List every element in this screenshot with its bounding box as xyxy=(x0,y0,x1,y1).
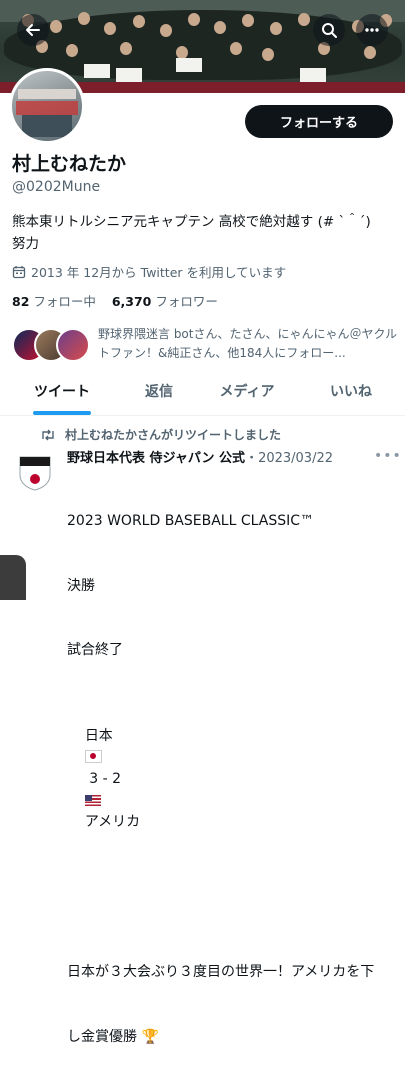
joined-text: 2013 年 12月から Twitter を利用しています xyxy=(31,265,287,280)
bio-line: 努力 xyxy=(12,236,39,252)
trophy-icon: 🏆 xyxy=(141,1028,159,1045)
profile-tabs: ツイート 返信 メディア いいね xyxy=(0,367,405,416)
tweet-line: 決勝 xyxy=(67,577,95,594)
following-label: フォロー中 xyxy=(33,294,96,309)
tweet-line: 試合終了 xyxy=(67,642,123,658)
more-button[interactable] xyxy=(356,14,388,46)
tab-media[interactable]: メディア xyxy=(204,367,290,415)
following-count: 82 xyxy=(12,294,30,309)
tab-tweets[interactable]: ツイート xyxy=(12,367,112,415)
usa-flag-icon xyxy=(84,794,101,806)
calendar-icon xyxy=(12,265,26,278)
overlay-edge xyxy=(0,555,26,600)
tweet-line: 2023 WORLD BASEBALL CLASSIC™ xyxy=(67,513,314,529)
follow-stats: 82 フォロー中 6,370 フォロワー xyxy=(12,291,218,310)
tweet-date: ・2023/03/22 xyxy=(245,451,333,466)
tweet-text: 2023 WORLD BASEBALL CLASSIC™ 決勝 試合終了 日本 … xyxy=(67,468,399,1070)
samurai-japan-logo[interactable] xyxy=(17,455,53,491)
followers-label: フォロワー xyxy=(155,294,218,309)
tweet-header: 野球日本代表 侍ジャパン 公式 ・2023/03/22 xyxy=(67,447,397,466)
tab-replies[interactable]: 返信 xyxy=(120,367,198,415)
profile-name: 村上むねたか xyxy=(12,153,127,175)
followers-you-know-text: 野球界隈迷言 botさん、たさん、にゃんにゃん＠ヤクルトファン！&純正さん、他1… xyxy=(98,327,398,360)
tweet-score-line: 日本 3 - 2 アメリカ xyxy=(67,705,399,856)
tweet-author[interactable]: 野球日本代表 侍ジャパン 公式 xyxy=(67,447,245,466)
avatar xyxy=(56,328,90,362)
score: 3 - 2 xyxy=(84,771,126,787)
more-horizontal-icon xyxy=(365,28,379,32)
tweet-more-button[interactable]: ••• xyxy=(374,448,402,464)
team-japan: 日本 xyxy=(84,728,113,744)
retweet-indicator: 村上むねたかさんがリツイートしました xyxy=(40,426,281,443)
profile-handle: @0202Mune xyxy=(12,179,101,195)
search-button[interactable] xyxy=(313,14,345,46)
active-tab-indicator xyxy=(33,411,91,415)
bio-line: 熊本東リトルシニア元キャプテン 高校で絶対越す (# `＾´) xyxy=(12,214,371,230)
profile-bio: 熊本東リトルシニア元キャプテン 高校で絶対越す (# `＾´) 努力 xyxy=(12,211,397,255)
tweet-line: 日本が３大会ぶり３度目の世界一！アメリカを下 xyxy=(67,964,375,980)
follow-button[interactable]: フォローする xyxy=(245,105,393,138)
retweet-icon xyxy=(42,429,54,440)
japan-flag-icon xyxy=(84,749,102,763)
followers-you-know[interactable]: 野球界隈迷言 botさん、たさん、にゃんにゃん＠ヤクルトファン！&純正さん、他1… xyxy=(12,325,402,365)
back-button[interactable] xyxy=(17,14,49,46)
profile-avatar[interactable] xyxy=(9,68,85,144)
following-link[interactable]: 82 フォロー中 xyxy=(12,294,96,309)
tab-likes[interactable]: いいね xyxy=(312,367,390,415)
joined-date: 2013 年 12月から Twitter を利用しています xyxy=(12,262,286,281)
retweet-text: 村上むねたかさんがリツイートしました xyxy=(65,428,282,442)
tweet-line: し金賞優勝 🏆 xyxy=(67,1028,159,1045)
search-icon xyxy=(322,23,337,38)
back-arrow-icon xyxy=(26,24,40,36)
followers-link[interactable]: 6,370 フォロワー xyxy=(112,294,218,309)
followers-count: 6,370 xyxy=(111,294,152,309)
team-usa: アメリカ xyxy=(84,814,141,830)
